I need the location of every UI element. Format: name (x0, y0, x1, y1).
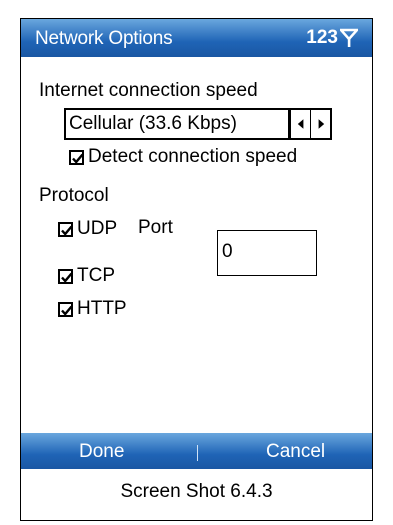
port-label: Port (138, 217, 173, 238)
udp-checkbox[interactable] (58, 222, 73, 237)
softkey-bar: Done Cancel (21, 433, 372, 469)
tcp-label[interactable]: TCP (77, 265, 115, 287)
window-title: Network Options (35, 28, 173, 49)
softkey-divider (197, 445, 198, 461)
status-number: 123 (306, 27, 338, 48)
speed-label: Internet connection speed (39, 80, 258, 101)
arrow-left-icon[interactable] (290, 110, 310, 138)
cancel-button[interactable]: Cancel (266, 441, 325, 463)
udp-label[interactable]: UDP (77, 218, 117, 240)
http-checkbox[interactable] (58, 302, 73, 317)
arrow-right-icon[interactable] (310, 110, 330, 138)
device-screen: Network Options 123 Internet connection … (20, 18, 373, 521)
http-label[interactable]: HTTP (77, 298, 127, 320)
detect-speed-label[interactable]: Detect connection speed (88, 146, 297, 168)
connection-speed-select[interactable]: Cellular (33.6 Kbps) (64, 108, 332, 140)
signal-antenna-icon (338, 28, 360, 48)
caption: Screen Shot 6.4.3 (120, 481, 273, 502)
speed-value: Cellular (33.6 Kbps) (66, 110, 290, 138)
detect-speed-checkbox[interactable] (69, 150, 84, 165)
done-button[interactable]: Done (79, 441, 124, 463)
tcp-checkbox[interactable] (58, 269, 73, 284)
port-input[interactable]: 0 (217, 230, 317, 276)
protocol-label: Protocol (39, 185, 109, 206)
title-bar: Network Options 123 (21, 19, 372, 57)
status-area: 123 (306, 27, 360, 49)
